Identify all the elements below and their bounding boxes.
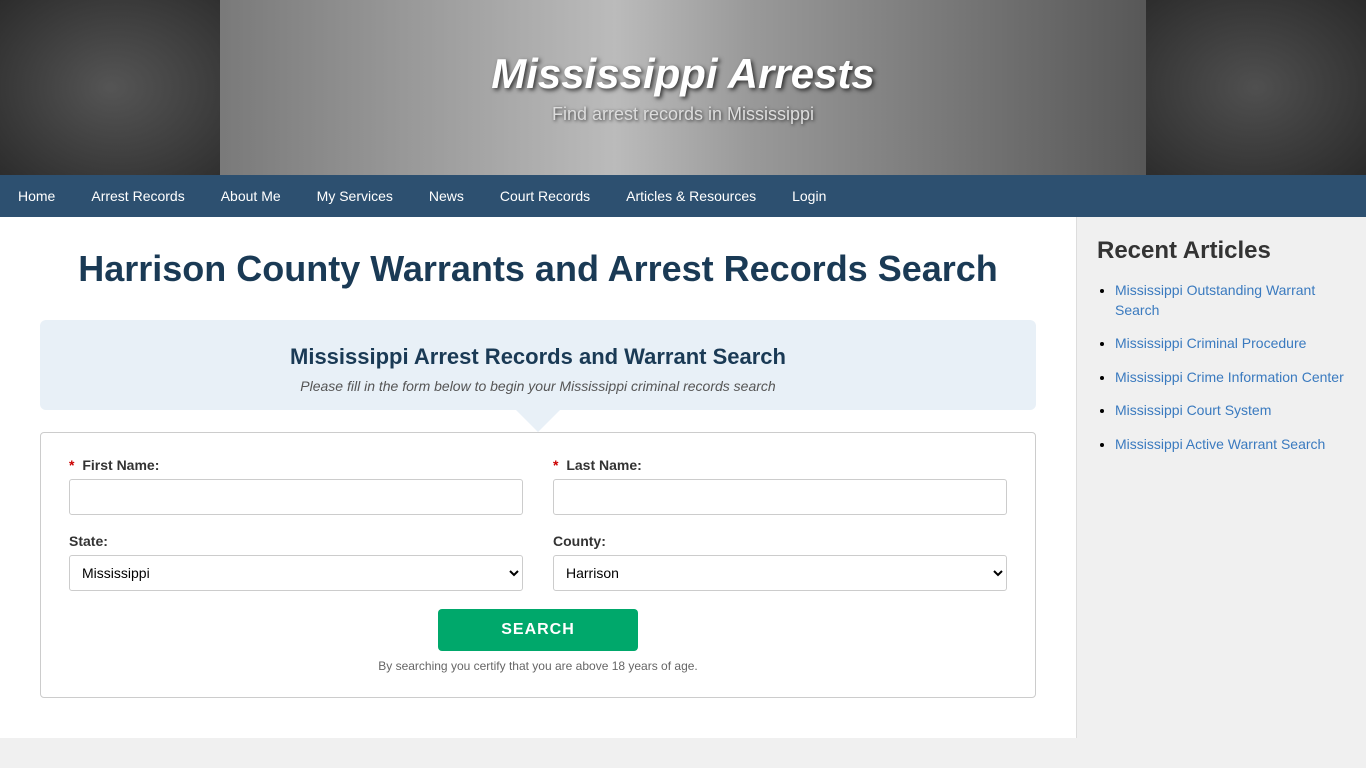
search-info-box: Mississippi Arrest Records and Warrant S…: [40, 320, 1036, 410]
header-hands-right: [1146, 0, 1366, 175]
nav-home[interactable]: Home: [0, 175, 73, 217]
site-header: Mississippi Arrests Find arrest records …: [0, 0, 1366, 175]
required-star-lastname: *: [553, 457, 558, 473]
form-group-lastname: * Last Name:: [553, 457, 1007, 515]
list-item: Mississippi Outstanding Warrant Search: [1115, 281, 1346, 320]
main-nav: Home Arrest Records About Me My Services…: [0, 175, 1366, 217]
form-row-location: State: Mississippi County: Harrison: [69, 533, 1007, 591]
list-item: Mississippi Court System: [1115, 401, 1346, 421]
nav-login[interactable]: Login: [774, 175, 844, 217]
nav-articles-resources[interactable]: Articles & Resources: [608, 175, 774, 217]
search-box-subtitle: Please fill in the form below to begin y…: [70, 378, 1006, 394]
county-label: County:: [553, 533, 1007, 549]
last-name-input[interactable]: [553, 479, 1007, 515]
arrow-down-indicator: [516, 410, 560, 432]
required-star-firstname: *: [69, 457, 74, 473]
first-name-label: * First Name:: [69, 457, 523, 473]
article-link-4[interactable]: Mississippi Court System: [1115, 402, 1271, 418]
form-group-firstname: * First Name:: [69, 457, 523, 515]
sidebar: Recent Articles Mississippi Outstanding …: [1076, 217, 1366, 738]
list-item: Mississippi Crime Information Center: [1115, 368, 1346, 388]
page-heading: Harrison County Warrants and Arrest Reco…: [40, 247, 1036, 290]
article-link-3[interactable]: Mississippi Crime Information Center: [1115, 369, 1344, 385]
nav-arrest-records[interactable]: Arrest Records: [73, 175, 202, 217]
form-row-names: * First Name: * Last Name:: [69, 457, 1007, 515]
form-note: By searching you certify that you are ab…: [69, 659, 1007, 673]
state-select[interactable]: Mississippi: [69, 555, 523, 591]
last-name-label: * Last Name:: [553, 457, 1007, 473]
nav-news[interactable]: News: [411, 175, 482, 217]
article-link-5[interactable]: Mississippi Active Warrant Search: [1115, 436, 1325, 452]
site-title: Mississippi Arrests: [491, 50, 875, 98]
list-item: Mississippi Active Warrant Search: [1115, 435, 1346, 455]
search-form-container: * First Name: * Last Name: State:: [40, 432, 1036, 698]
header-hands-left: [0, 0, 220, 175]
page-body: Harrison County Warrants and Arrest Reco…: [0, 217, 1366, 738]
sidebar-title: Recent Articles: [1097, 237, 1346, 265]
nav-about-me[interactable]: About Me: [203, 175, 299, 217]
nav-court-records[interactable]: Court Records: [482, 175, 608, 217]
nav-my-services[interactable]: My Services: [299, 175, 411, 217]
state-label: State:: [69, 533, 523, 549]
county-select[interactable]: Harrison: [553, 555, 1007, 591]
search-box-title: Mississippi Arrest Records and Warrant S…: [70, 344, 1006, 370]
main-content: Harrison County Warrants and Arrest Reco…: [0, 217, 1076, 738]
article-link-1[interactable]: Mississippi Outstanding Warrant Search: [1115, 282, 1315, 318]
first-name-input[interactable]: [69, 479, 523, 515]
site-subtitle: Find arrest records in Mississippi: [552, 104, 814, 125]
recent-articles-list: Mississippi Outstanding Warrant Search M…: [1097, 281, 1346, 455]
form-group-state: State: Mississippi: [69, 533, 523, 591]
form-group-county: County: Harrison: [553, 533, 1007, 591]
search-button[interactable]: SEARCH: [438, 609, 638, 651]
list-item: Mississippi Criminal Procedure: [1115, 334, 1346, 354]
article-link-2[interactable]: Mississippi Criminal Procedure: [1115, 335, 1306, 351]
